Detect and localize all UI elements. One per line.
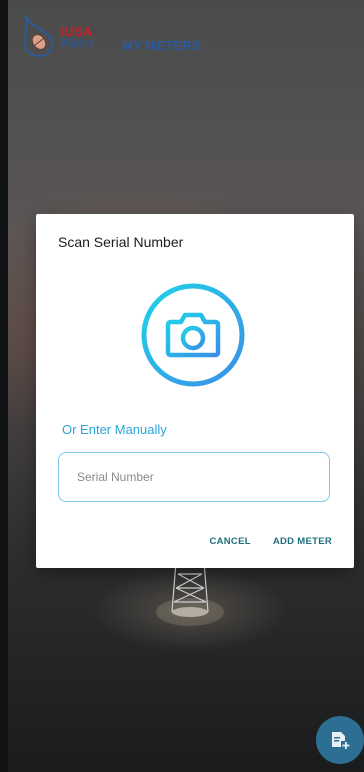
background-water-tower	[156, 561, 224, 626]
cancel-button[interactable]: CANCEL	[209, 536, 250, 547]
add-meter-fab[interactable]	[316, 716, 364, 764]
serial-number-input[interactable]	[58, 452, 330, 502]
enter-manually-label: Or Enter Manually	[62, 422, 167, 437]
add-meter-button[interactable]: ADD METER	[273, 536, 332, 547]
scan-serial-dialog: Scan Serial Number Or Enter Manually CAN…	[36, 214, 354, 568]
dialog-title: Scan Serial Number	[58, 234, 184, 250]
camera-icon	[141, 283, 245, 387]
camera-button[interactable]	[140, 282, 246, 388]
water-drop-icon	[24, 15, 53, 57]
screen-edge	[0, 0, 8, 772]
page-title: MY METERS	[122, 38, 201, 53]
add-document-icon	[332, 732, 350, 749]
brand-logo: IUSA Water	[22, 12, 118, 64]
dialog-actions: CANCEL ADD METER	[209, 536, 332, 547]
app-header: IUSA Water MY METERS	[8, 0, 364, 90]
logo-text-water: Water	[60, 36, 95, 50]
